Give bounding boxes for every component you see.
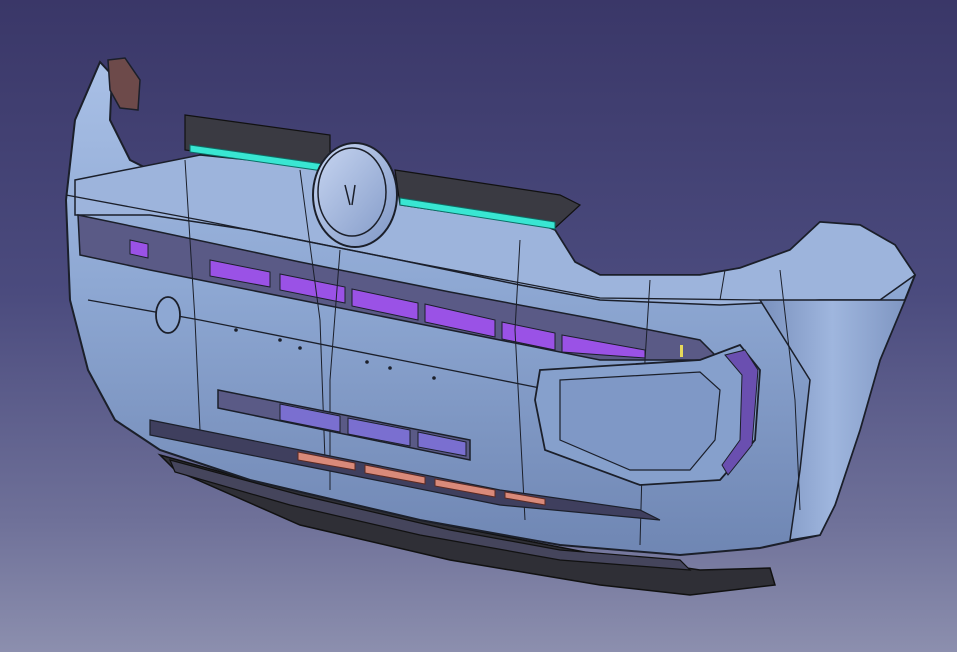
emblem <box>312 142 398 248</box>
tow-hook-cover <box>155 296 181 334</box>
marker-pin <box>680 345 683 357</box>
left-bracket <box>107 57 141 111</box>
bumper-model[interactable] <box>0 0 957 652</box>
3d-viewport[interactable] <box>0 0 957 652</box>
